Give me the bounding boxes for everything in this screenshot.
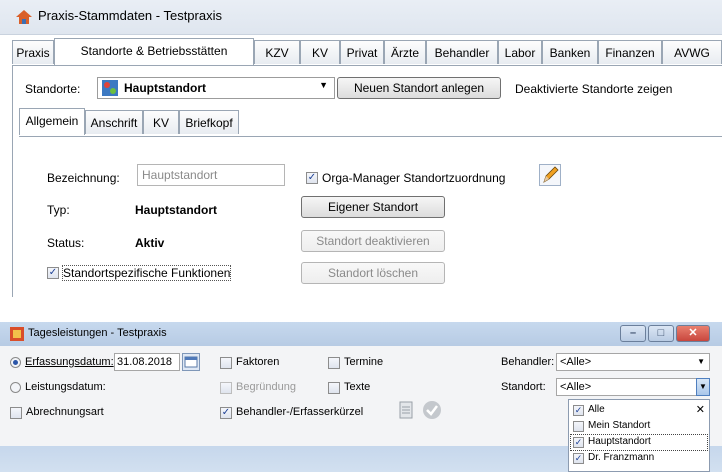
dropdown-item-checkbox[interactable]: ✓ (573, 405, 584, 416)
abrechnungsart-checkbox[interactable] (10, 407, 22, 419)
standorte-label: Standorte: (25, 82, 81, 96)
dropdown-item-label: Alle (588, 404, 605, 415)
standorte-select[interactable]: Hauptstandort ▼ (97, 77, 335, 99)
behandler-select[interactable]: <Alle> ▼ (556, 353, 710, 371)
dropdown-item-label: Mein Standort (588, 420, 651, 431)
document-icon[interactable] (398, 400, 416, 420)
tab-labor[interactable]: Labor (498, 40, 542, 64)
tab-kv[interactable]: KV (300, 40, 340, 64)
faktoren-label: Faktoren (236, 356, 280, 368)
dropdown-item-checkbox[interactable]: ✓ (573, 453, 584, 464)
tab-praxis[interactable]: Praxis (12, 40, 54, 64)
own-location-button[interactable]: Eigener Standort (301, 196, 445, 218)
dropdown-item-label: Hauptstandort (588, 436, 651, 447)
standort-select-value: <Alle> (560, 381, 592, 393)
calendar-icon[interactable] (182, 353, 200, 371)
chevron-down-icon: ▼ (697, 357, 705, 366)
tab-banken[interactable]: Banken (542, 40, 598, 64)
tab-finanzen[interactable]: Finanzen (598, 40, 662, 64)
window-title-bar: Tagesleistungen - Testpraxis – □ ✕ (0, 322, 722, 347)
behandler-label: Behandler: (501, 356, 555, 368)
begruendung-label: Begründung (236, 381, 296, 393)
termine-checkbox[interactable] (328, 357, 340, 369)
bezeichnung-label: Bezeichnung: (47, 171, 120, 185)
tagesleistungen-window: Tagesleistungen - Testpraxis – □ ✕ Erfas… (0, 322, 722, 472)
chevron-down-icon: ▼ (319, 80, 328, 90)
show-inactive-locations[interactable]: Deaktivierte Standorte zeigen (515, 82, 672, 96)
sub-tab-bar: Allgemein Anschrift KV Briefkopf (19, 108, 719, 136)
checkmark-icon[interactable] (422, 400, 442, 420)
abrechnungsart-label: Abrechnungsart (26, 406, 104, 418)
bezeichnung-input[interactable] (137, 164, 285, 186)
tab-behandler[interactable]: Behandler (426, 40, 498, 64)
leistungsdatum-label: Leistungsdatum: (25, 381, 106, 393)
texte-checkbox[interactable] (328, 382, 340, 394)
faktoren-checkbox[interactable] (220, 357, 232, 369)
specific-functions-checkbox[interactable]: ✓ (47, 267, 59, 279)
standorte-panel: Standorte: Hauptstandort ▼ Neuen Standor… (12, 65, 722, 297)
standort-select[interactable]: <Alle> ▼ (556, 378, 710, 396)
standort-label: Standort: (501, 381, 546, 393)
typ-label: Typ: (47, 203, 70, 217)
close-icon[interactable]: ✕ (676, 325, 710, 342)
location-icon (102, 80, 118, 96)
praxis-stammdaten-window: Praxis-Stammdaten - Testpraxis Praxis St… (0, 0, 722, 297)
orga-manager-checkbox[interactable]: ✓ (306, 172, 318, 184)
dropdown-item-label: Dr. Franzmann (588, 452, 655, 463)
deactivate-location-button[interactable]: Standort deaktivieren (301, 230, 445, 252)
dropdown-item-mein-standort[interactable]: Mein Standort (571, 419, 707, 434)
app-icon (10, 327, 24, 341)
tab-privat[interactable]: Privat (340, 40, 384, 64)
erfassungsdatum-radio[interactable] (10, 357, 21, 368)
main-tab-bar: Praxis Standorte & Betriebsstätten KZV K… (12, 38, 722, 66)
new-location-button[interactable]: Neuen Standort anlegen (337, 77, 501, 99)
tab-allgemein[interactable]: Allgemein (19, 108, 85, 135)
edit-pencil-icon[interactable] (539, 164, 561, 186)
specific-functions-label: Standortspezifische Funktionen (61, 265, 232, 281)
erfassungsdatum-label: Erfassungsdatum: (25, 356, 114, 368)
dropdown-item-alle[interactable]: ✓ Alle ✕ (571, 403, 707, 418)
status-value: Aktiv (135, 236, 165, 250)
texte-label: Texte (344, 381, 371, 393)
delete-location-button[interactable]: Standort löschen (301, 262, 445, 284)
tab-kzv[interactable]: KZV (254, 40, 300, 64)
tab-briefkopf[interactable]: Briefkopf (179, 110, 239, 134)
chevron-down-icon[interactable]: ▼ (696, 378, 710, 396)
dropdown-item-checkbox[interactable] (573, 421, 584, 432)
termine-label: Termine (344, 356, 384, 368)
status-label: Status: (47, 236, 85, 250)
standort-dropdown-list: ✓ Alle ✕ Mein Standort ✓ Hauptstandort ✓… (568, 399, 710, 472)
tab-kv-sub[interactable]: KV (143, 110, 179, 134)
tab-standorte[interactable]: Standorte & Betriebsstätten (54, 38, 254, 65)
erfassungsdatum-input[interactable] (114, 353, 180, 371)
house-icon (16, 10, 32, 24)
standorte-select-value: Hauptstandort (124, 81, 206, 95)
maximize-icon[interactable]: □ (648, 325, 674, 342)
behandler-select-value: <Alle> (560, 356, 592, 368)
minimize-icon[interactable]: – (620, 325, 646, 342)
tab-anschrift[interactable]: Anschrift (85, 110, 143, 134)
kuerzel-label: Behandler-/Erfasserkürzel (236, 406, 364, 418)
subtab-divider (19, 136, 722, 137)
kuerzel-checkbox[interactable]: ✓ (220, 407, 232, 419)
begruendung-checkbox[interactable] (220, 382, 232, 394)
leistungsdatum-radio[interactable] (10, 382, 21, 393)
window-title-bar: Praxis-Stammdaten - Testpraxis (0, 0, 722, 35)
tab-aerzte[interactable]: Ärzte (384, 40, 426, 64)
dropdown-item-dr-franzmann[interactable]: ✓ Dr. Franzmann (571, 451, 707, 466)
close-icon[interactable]: ✕ (696, 403, 705, 416)
orga-manager-label: Orga-Manager Standortzuordnung (322, 171, 506, 185)
tab-avwg[interactable]: AVWG (662, 40, 722, 64)
filter-area: Erfassungsdatum: Leistungsdatum: Abrechn… (0, 346, 722, 472)
typ-value: Hauptstandort (135, 203, 217, 217)
dropdown-item-checkbox[interactable]: ✓ (573, 437, 584, 448)
window-title: Praxis-Stammdaten - Testpraxis (38, 8, 222, 23)
window-title: Tagesleistungen - Testpraxis (28, 327, 167, 339)
dropdown-item-hauptstandort[interactable]: ✓ Hauptstandort (570, 434, 708, 451)
